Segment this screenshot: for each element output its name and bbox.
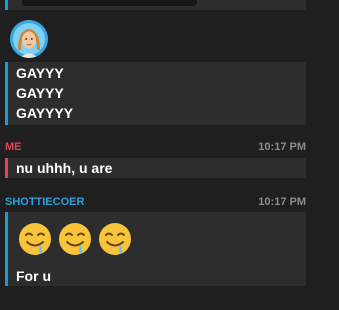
message-text: For u [16,268,51,284]
drooling-face-icon [59,223,91,255]
message-line: GAYYY [16,85,64,101]
drooling-face-icon [19,223,51,255]
embedded-media-bar [22,0,197,6]
drooling-face-icon [99,223,131,255]
author-name[interactable]: ME [5,141,22,153]
message-header-me: ME 10:17 PM [5,141,306,155]
message-line: GAYYYY [16,105,74,121]
previous-message-bubble [5,0,306,10]
emoji-row [18,222,132,256]
avatar-icon [10,20,48,58]
message-bubble-gayyy: GAYYY GAYYY GAYYYY [5,62,306,125]
message-bubble-shottiecoer: For u [5,212,306,286]
message-text: nu uhhh, u are [16,160,113,176]
user-avatar[interactable] [10,20,48,58]
timestamp: 10:17 PM [258,196,306,208]
timestamp: 10:17 PM [258,141,306,153]
message-header-shottiecoer: SHOTTIECOER 10:17 PM [5,196,306,210]
author-name[interactable]: SHOTTIECOER [5,196,84,208]
message-bubble-me: nu uhhh, u are [5,158,306,178]
message-line: GAYYY [16,65,64,81]
